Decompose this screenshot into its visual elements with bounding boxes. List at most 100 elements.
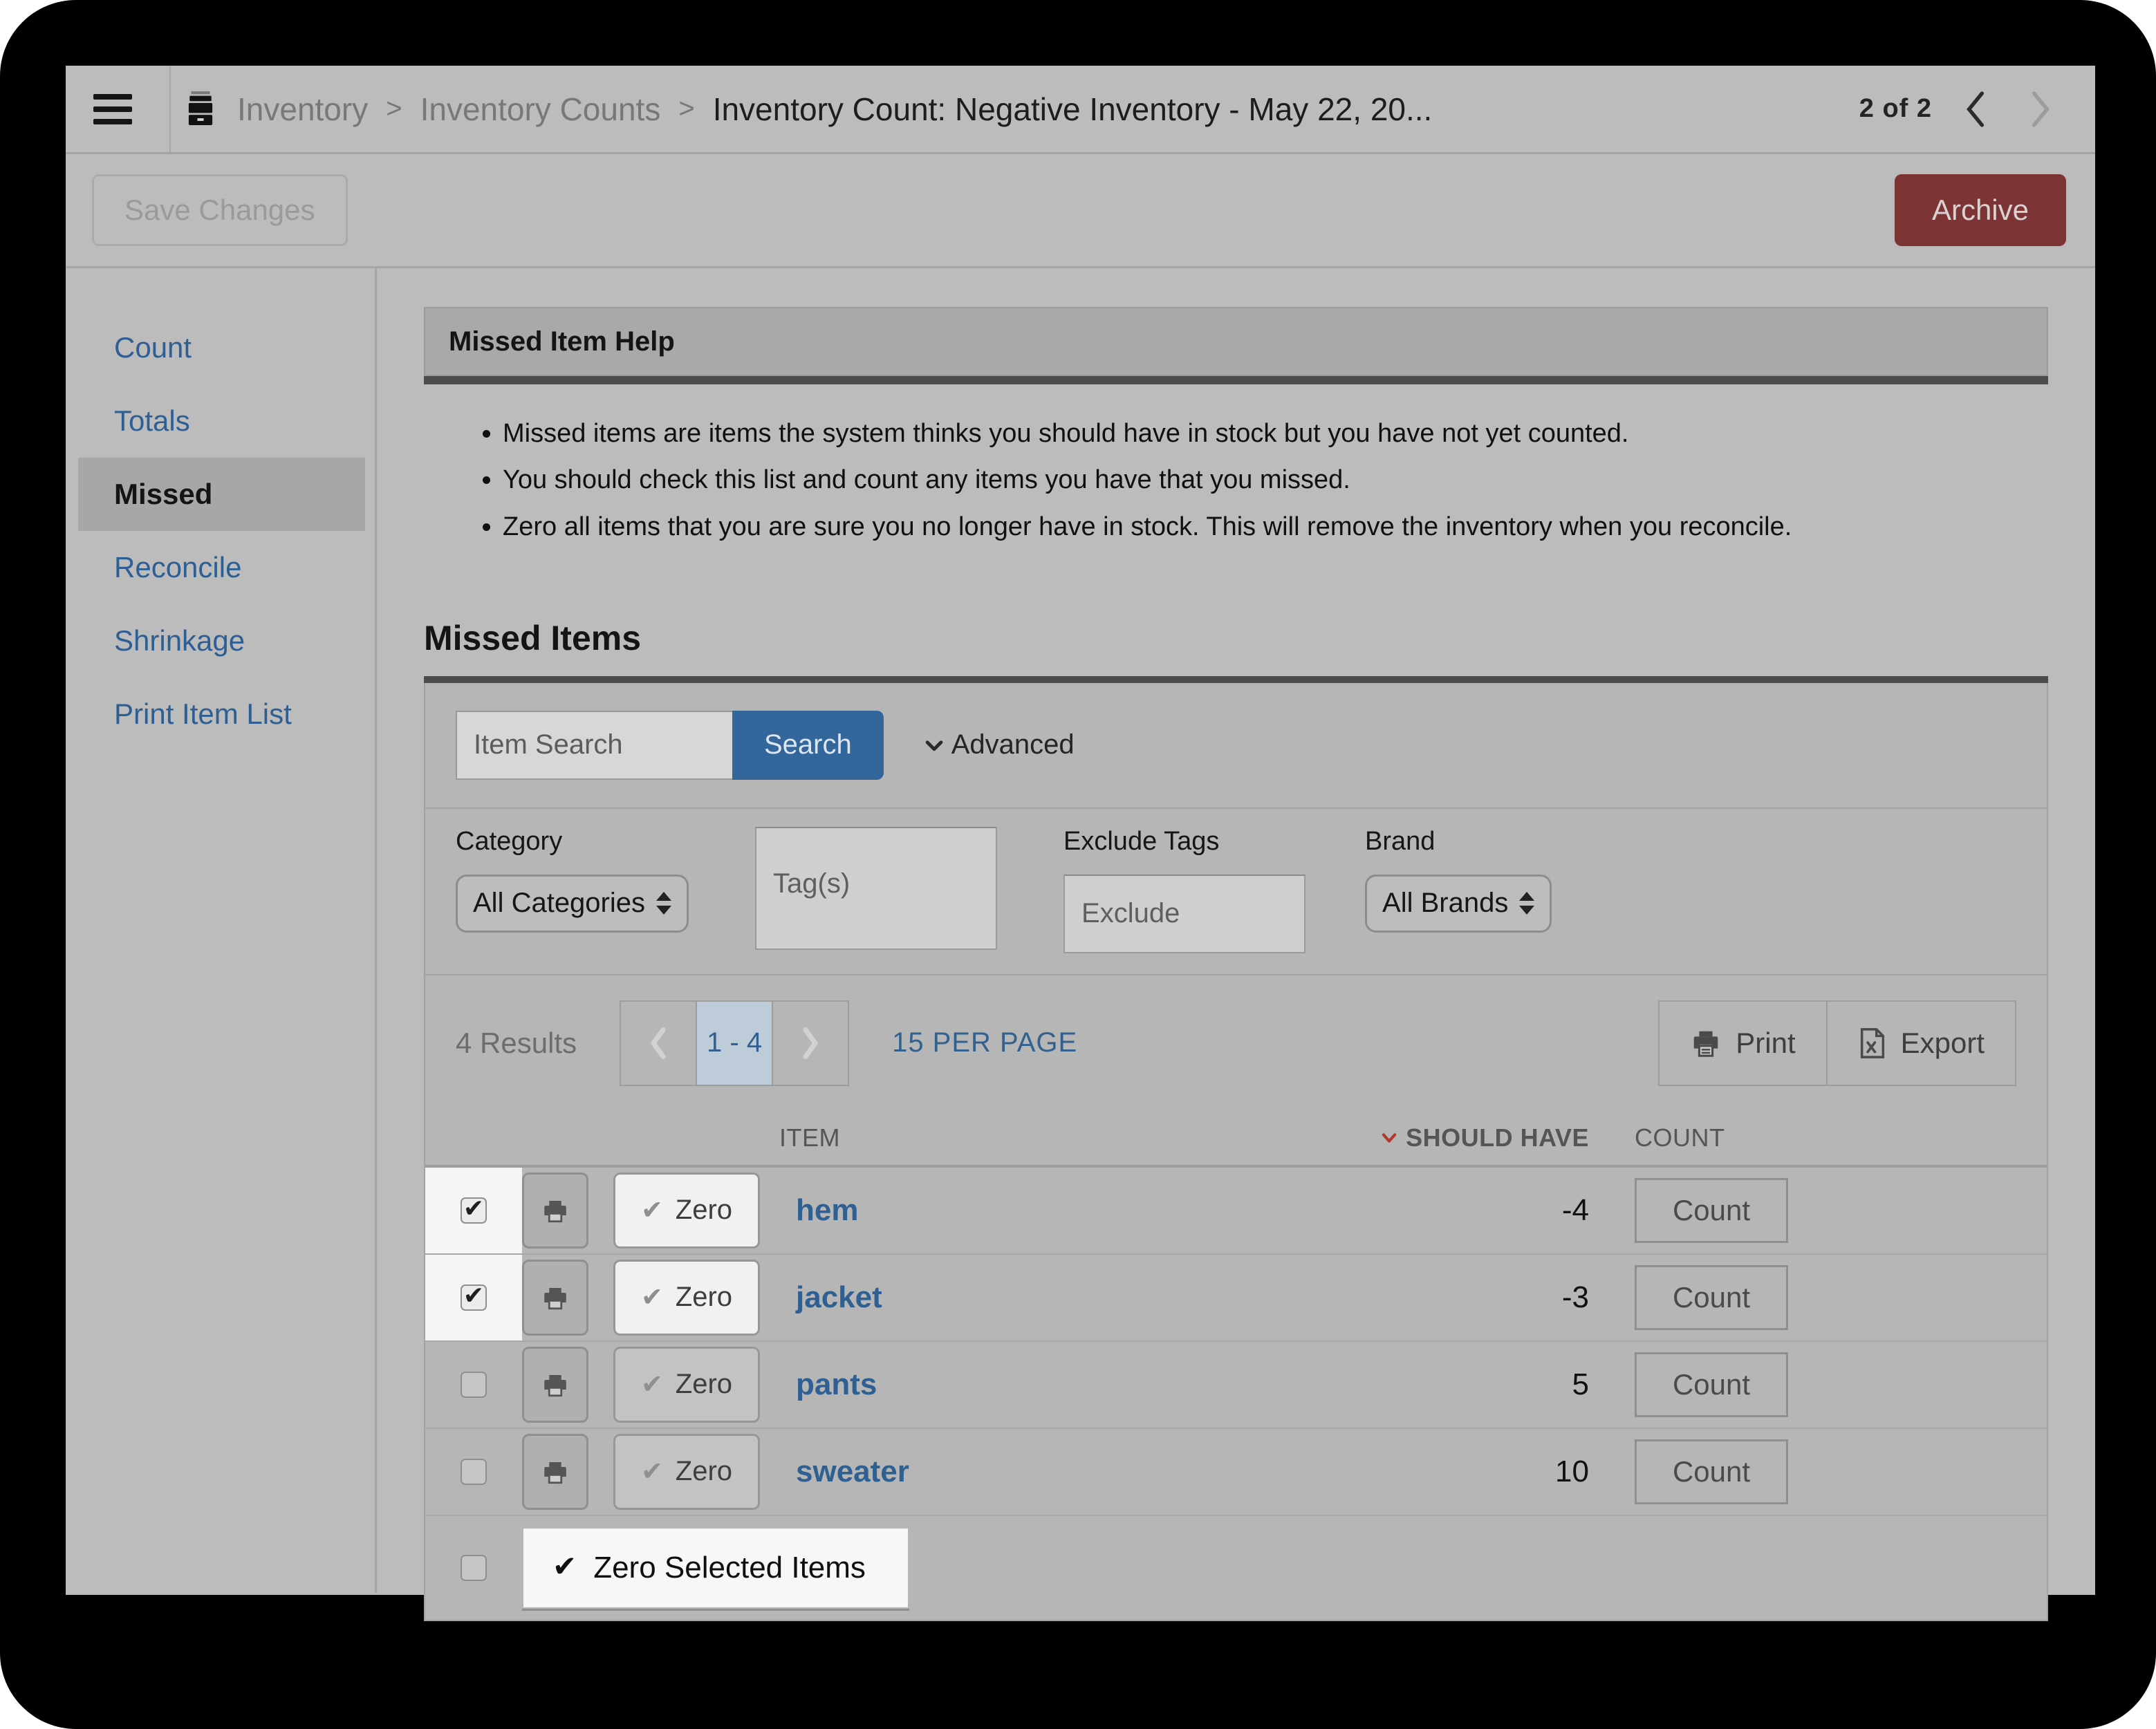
advanced-label: Advanced — [951, 729, 1075, 760]
zero-selected-items-button[interactable]: ✔ Zero Selected Items — [522, 1526, 909, 1609]
zero-label: Zero — [675, 1282, 733, 1313]
zero-selected-label: Zero Selected Items — [593, 1550, 866, 1585]
select-updown-icon — [1519, 892, 1535, 915]
printer-icon — [541, 1370, 570, 1399]
row-checkbox[interactable]: ✔ — [461, 1282, 487, 1311]
should-have-value: 5 — [1572, 1367, 1589, 1401]
export-label: Export — [1900, 1026, 1985, 1059]
brand-label: Brand — [1365, 826, 1435, 856]
breadcrumb: Inventory > Inventory Counts > Inventory… — [182, 91, 1432, 128]
breadcrumb-inventory[interactable]: Inventory — [237, 91, 368, 128]
section-divider — [424, 675, 2048, 683]
category-filter: Category All Categories — [456, 827, 689, 933]
previous-record-icon[interactable] — [1957, 85, 1996, 133]
brand-value: All Brands — [1382, 888, 1509, 919]
row-print-button[interactable] — [522, 1172, 588, 1249]
select-all-checkbox[interactable]: ✔ — [461, 1554, 487, 1581]
row-checkbox[interactable]: ✔ — [461, 1371, 487, 1398]
table-header: ITEM SHOULD HAVE COUNT — [425, 1111, 2047, 1168]
hamburger-menu-icon[interactable] — [93, 93, 132, 124]
advanced-toggle[interactable]: Advanced — [922, 729, 1075, 760]
inventory-box-icon — [182, 91, 219, 128]
page-prev-icon[interactable] — [621, 1002, 696, 1085]
row-checkbox-cell: ✔ — [425, 1429, 522, 1515]
table-row: ✔ ✔ Zero sweater 10 Count — [425, 1429, 2047, 1516]
check-icon: ✔ — [640, 1282, 663, 1312]
count-button[interactable]: Count — [1635, 1177, 1788, 1243]
save-changes-button[interactable]: Save Changes — [92, 174, 348, 246]
count-button[interactable]: Count — [1635, 1352, 1788, 1417]
app-window: Inventory > Inventory Counts > Inventory… — [66, 66, 2095, 1621]
column-header-should-have[interactable]: SHOULD HAVE — [1361, 1123, 1589, 1152]
zero-button[interactable]: ✔ Zero — [613, 1346, 760, 1423]
item-link[interactable]: jacket — [774, 1280, 1361, 1315]
zero-label: Zero — [675, 1369, 733, 1400]
chevron-down-icon — [922, 733, 946, 757]
pagination: 1 - 4 — [620, 1000, 850, 1086]
select-all-checkbox-cell: ✔ — [425, 1516, 522, 1620]
breadcrumb-inventory-counts[interactable]: Inventory Counts — [420, 91, 661, 128]
row-print-button[interactable] — [522, 1433, 588, 1510]
missed-items-heading: Missed Items — [424, 618, 642, 657]
sort-descending-icon — [1379, 1128, 1399, 1148]
header-divider — [169, 66, 171, 152]
zero-button[interactable]: ✔ Zero — [613, 1433, 760, 1510]
top-header: Inventory > Inventory Counts > Inventory… — [66, 66, 2095, 154]
printer-icon — [541, 1457, 570, 1486]
count-button[interactable]: Count — [1635, 1439, 1788, 1504]
tags-input[interactable] — [755, 826, 998, 950]
row-checkbox[interactable]: ✔ — [461, 1195, 487, 1224]
help-panel-divider — [424, 376, 2048, 384]
table-row: ✔ ✔ Zero jacket -3 Count — [425, 1254, 2047, 1342]
archive-button[interactable]: Archive — [1894, 174, 2066, 246]
print-button[interactable]: Print — [1660, 1002, 1825, 1085]
per-page-link[interactable]: 15 PER PAGE — [892, 1027, 1077, 1058]
sidebar-item-shrinkage[interactable]: Shrinkage — [78, 604, 365, 677]
zero-label: Zero — [675, 1195, 733, 1226]
next-record-icon[interactable] — [2020, 85, 2059, 133]
check-icon: ✔ — [640, 1195, 663, 1225]
help-bullet: Missed items are items the system thinks… — [503, 416, 2041, 451]
print-label: Print — [1736, 1026, 1796, 1059]
sidebar-nav: Count Totals Missed Reconcile Shrinkage … — [66, 268, 377, 1593]
printer-icon — [541, 1196, 570, 1225]
sidebar-item-print-item-list[interactable]: Print Item List — [78, 677, 365, 751]
action-toolbar: Save Changes Archive — [66, 154, 2095, 268]
export-excel-icon — [1858, 1027, 1887, 1059]
exclude-tags-label: Exclude Tags — [1063, 826, 1220, 856]
category-select[interactable]: All Categories — [456, 874, 689, 933]
item-search-input[interactable] — [456, 710, 732, 780]
sidebar-item-totals[interactable]: Totals — [78, 384, 365, 458]
print-export-group: Print Export — [1658, 1000, 2016, 1086]
item-link[interactable]: pants — [774, 1367, 1361, 1402]
search-button[interactable]: Search — [732, 710, 884, 780]
export-button[interactable]: Export — [1825, 1001, 2015, 1085]
row-checkbox-cell: ✔ — [425, 1342, 522, 1428]
brand-select[interactable]: All Brands — [1365, 874, 1552, 933]
sidebar-item-count[interactable]: Count — [78, 311, 365, 384]
table-row: ✔ ✔ Zero pants 5 Count — [425, 1342, 2047, 1429]
count-button[interactable]: Count — [1635, 1264, 1788, 1330]
zero-label: Zero — [675, 1456, 733, 1487]
column-header-item[interactable]: ITEM — [774, 1123, 1361, 1152]
row-checkbox-cell: ✔ — [425, 1254, 522, 1340]
row-checkbox[interactable]: ✔ — [461, 1458, 487, 1485]
row-print-button[interactable] — [522, 1259, 588, 1336]
sidebar-item-reconcile[interactable]: Reconcile — [78, 531, 365, 604]
row-print-button[interactable] — [522, 1346, 588, 1423]
item-link[interactable]: hem — [774, 1193, 1361, 1228]
record-pager: 2 of 2 — [1859, 85, 2059, 133]
page-next-icon[interactable] — [773, 1002, 848, 1085]
missed-item-help-panel: Missed Item Help Missed items are items … — [424, 307, 2048, 581]
should-have-label: SHOULD HAVE — [1406, 1123, 1589, 1152]
zero-button[interactable]: ✔ Zero — [613, 1259, 760, 1336]
column-header-count[interactable]: COUNT — [1589, 1123, 1801, 1152]
results-count: 4 Results — [456, 1026, 577, 1059]
should-have-value: -4 — [1561, 1193, 1589, 1227]
sidebar-item-missed[interactable]: Missed — [78, 458, 365, 531]
select-updown-icon — [656, 892, 672, 915]
zero-button[interactable]: ✔ Zero — [613, 1172, 760, 1249]
check-icon: ✔ — [640, 1457, 663, 1486]
item-link[interactable]: sweater — [774, 1455, 1361, 1489]
exclude-tags-input[interactable] — [1063, 874, 1306, 953]
